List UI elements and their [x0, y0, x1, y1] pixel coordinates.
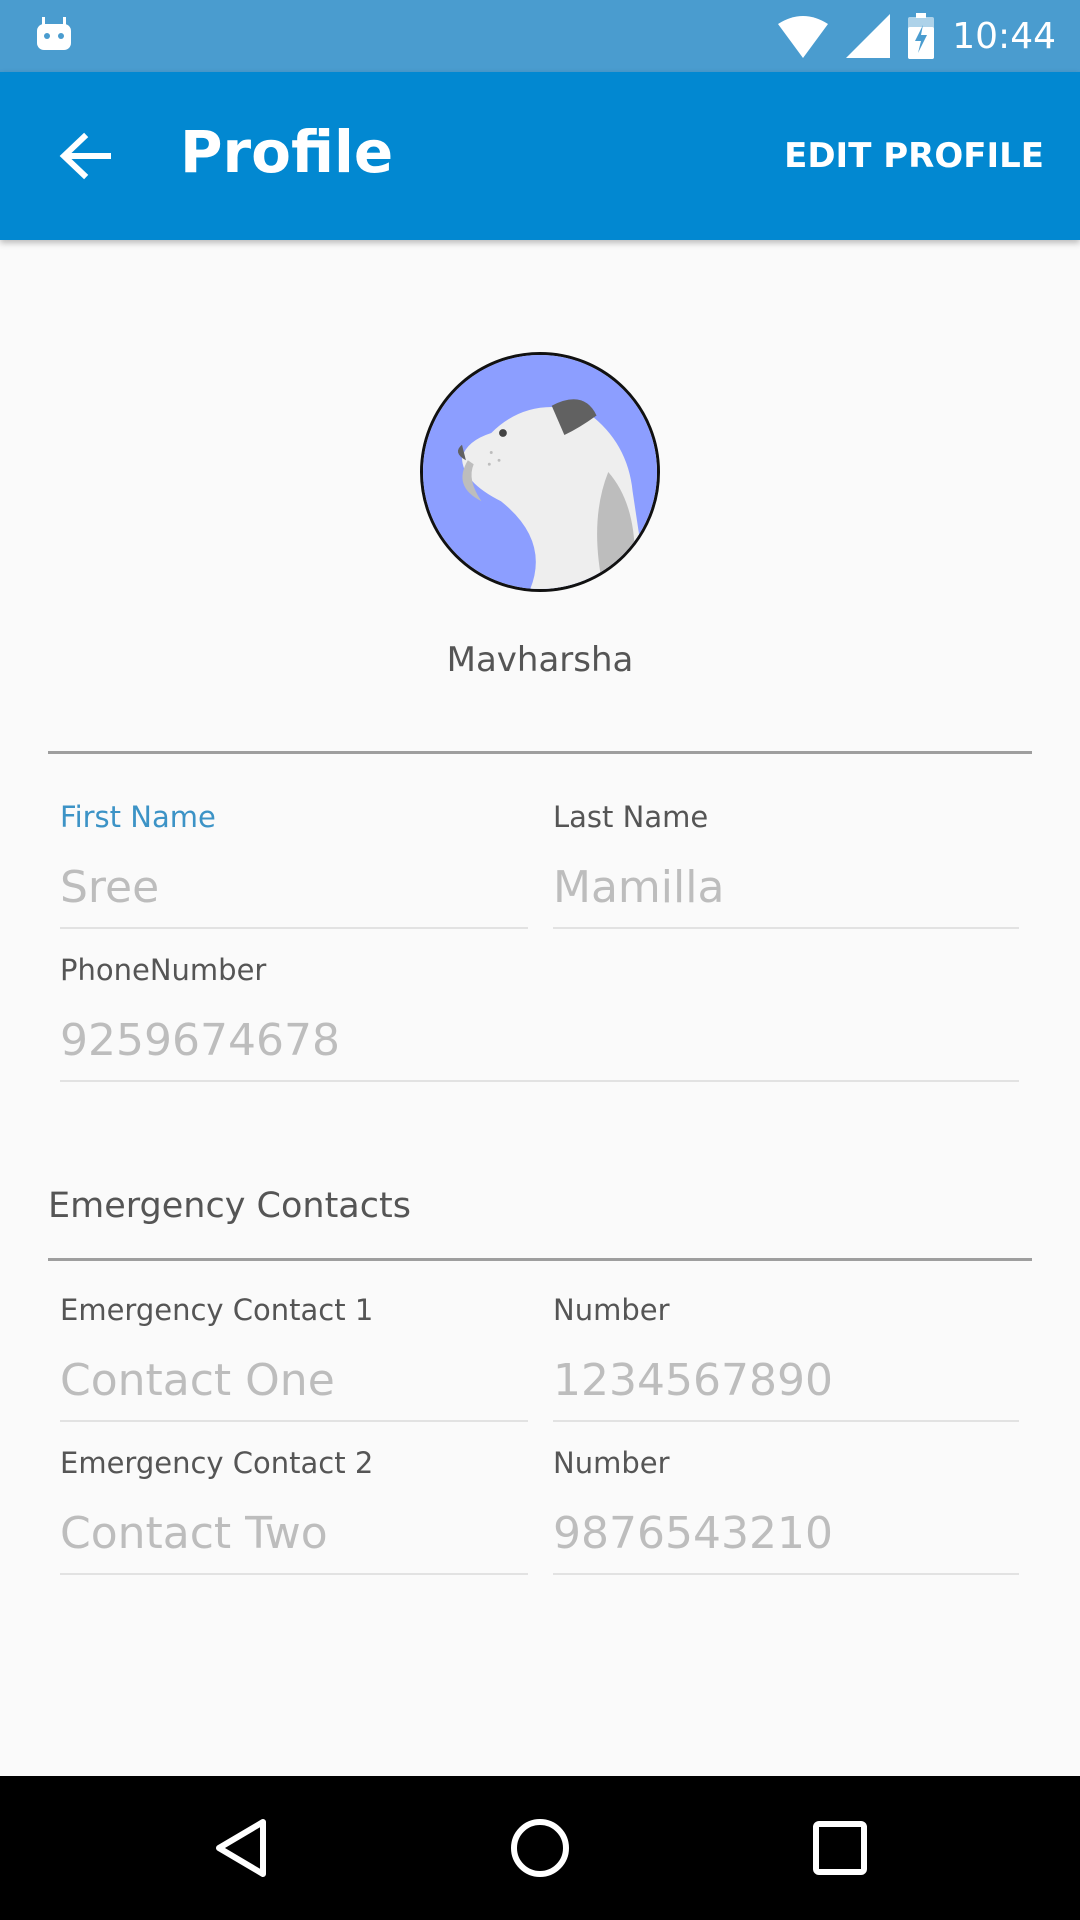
home-circle-icon[interactable]	[504, 1812, 576, 1884]
phone-underline	[60, 1080, 1019, 1082]
emergency-contact-2-field[interactable]: Contact Two	[60, 1508, 328, 1559]
emergency-contact-1-underline	[60, 1420, 528, 1422]
emergency-contact-2-underline	[60, 1573, 528, 1575]
clock-time: 10:44	[952, 15, 1056, 57]
emergency-contact-1-field[interactable]: Contact One	[60, 1355, 335, 1406]
battery-charging-icon	[908, 13, 935, 59]
recents-square-icon[interactable]	[804, 1812, 876, 1884]
emergency-number-2-field[interactable]: 9876543210	[553, 1508, 833, 1559]
last-name-underline	[553, 927, 1019, 929]
phone-field[interactable]: 9259674678	[60, 1015, 340, 1066]
profile-display-name: Mavharsha	[446, 640, 634, 680]
status-bar: 10:44	[0, 0, 1080, 72]
wifi-icon	[778, 16, 829, 58]
arrow-left-icon[interactable]	[56, 127, 114, 185]
avatar[interactable]	[420, 352, 660, 592]
emergency-number-1-field[interactable]: 1234567890	[553, 1355, 833, 1406]
last-name-label: Last Name	[553, 800, 709, 834]
first-name-underline	[60, 927, 528, 929]
android-notification-icon	[37, 17, 71, 50]
emergency-number-2-label: Number	[553, 1446, 670, 1480]
emergency-contact-1-label: Emergency Contact 1	[60, 1293, 374, 1327]
first-name-field[interactable]: Sree	[60, 862, 159, 913]
system-nav-bar	[0, 1776, 1080, 1920]
page-title: Profile	[180, 118, 394, 186]
signal-icon	[846, 14, 891, 58]
emergency-number-1-label: Number	[553, 1293, 670, 1327]
divider	[48, 751, 1032, 754]
phone-label: PhoneNumber	[60, 953, 267, 987]
divider	[48, 1258, 1032, 1261]
emergency-number-1-underline	[553, 1420, 1019, 1422]
last-name-field[interactable]: Mamilla	[553, 862, 724, 913]
emergency-contact-2-label: Emergency Contact 2	[60, 1446, 374, 1480]
back-triangle-icon[interactable]	[205, 1812, 277, 1884]
app-bar: Profile EDIT PROFILE	[0, 72, 1080, 240]
edit-profile-button[interactable]: EDIT PROFILE	[784, 136, 1044, 176]
emergency-contacts-title: Emergency Contacts	[48, 1186, 411, 1226]
emergency-number-2-underline	[553, 1573, 1019, 1575]
dog-avatar-icon	[423, 355, 657, 589]
first-name-label: First Name	[60, 800, 216, 834]
